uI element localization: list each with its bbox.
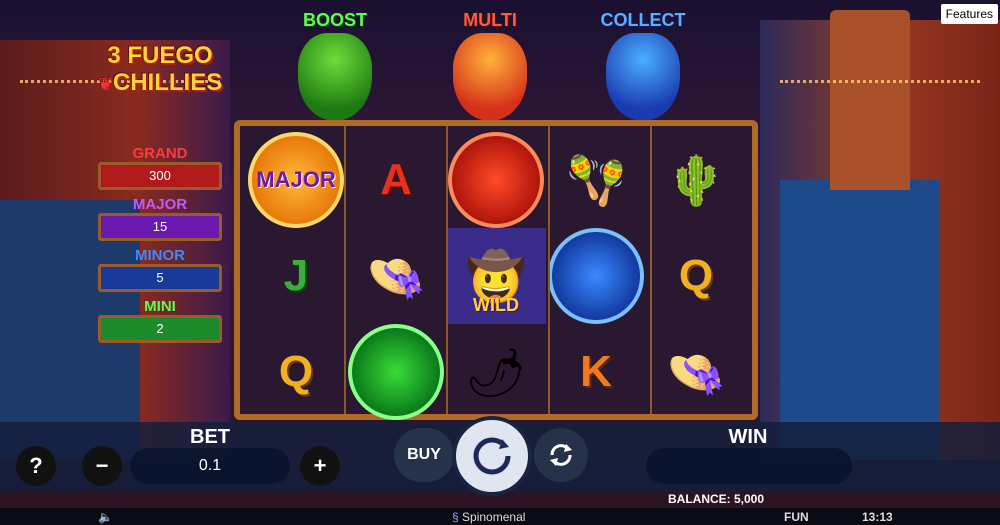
jackpot-major: MAJOR 15 [95,196,225,241]
reels-frame: MAJOR A 🪇 🌵 J 👒 🤠 WILD Q Q 🌶 K 👒 [234,120,758,420]
boost-pepper-bunch: BOOST [290,10,380,121]
background-tower [830,10,910,190]
clock-time: 13:13 [862,510,893,524]
blue-pepper-icon [606,33,680,121]
bet-decrease-button[interactable]: − [82,446,122,486]
red-pepper-icon [453,33,527,121]
collect-label: COLLECT [600,10,686,30]
reel-cell-red-coin [446,132,546,228]
win-value-box [646,448,852,484]
buy-feature-button[interactable]: BUY [394,428,454,482]
reel-cell-q: Q [246,324,346,420]
bet-label: BET [190,426,230,448]
jackpot-major-name: MAJOR [132,196,188,213]
mode-label: FUN [784,510,809,524]
boost-label: BOOST [302,10,367,30]
features-button[interactable]: Features [940,4,998,24]
balance-display: BALANCE: 5,000 [668,492,765,506]
string-lights-right [780,80,980,85]
logo-line2-wrap: ❦CHILLIES [90,69,230,98]
reel-cell-wild: 🤠 WILD [446,228,546,324]
major-coin-label: MAJOR [256,167,336,192]
gold-coin-icon: MAJOR [248,132,344,228]
jackpot-mini-name: MINI [144,298,176,315]
background-building-right-blue [780,180,940,460]
jackpot-minor: MINOR 5 [95,247,225,292]
green-coin-icon [348,324,444,420]
reel-cell-sombrero: 👒 [646,324,746,420]
spin-icon [473,437,511,475]
jackpot-grand-value: 300 [98,162,222,190]
reel-cell-k: K [546,324,646,420]
brand-logo: § Spinomenal [452,510,526,524]
hot-sauce-icon: 🌶 [465,346,527,400]
collect-pepper-bunch: COLLECT [598,10,688,121]
reel-divider [446,126,448,414]
red-coin-icon [448,132,544,228]
letter-j-symbol: J [283,251,309,300]
brand-name: Spinomenal [462,510,526,524]
multi-label: MULTI [463,10,517,30]
jackpot-minor-name: MINOR [135,247,185,264]
jackpot-major-value: 15 [98,213,222,241]
reel-cell-major-coin: MAJOR [246,132,346,228]
sombrero-icon: 👒 [366,250,426,304]
reel-cell-cactus: 🌵 [646,132,746,228]
status-footer: 🔈 § Spinomenal FUN 13:13 [0,508,1000,525]
autoplay-icon [550,444,572,466]
reel-cell-hot-sauce: 🌶 [446,324,546,420]
blue-coin-icon [548,228,644,324]
reel-cell-green-coin [346,324,446,420]
multi-pepper-bunch: MULTI [445,10,535,121]
reel-cell-blue-coin [546,228,646,324]
spin-button[interactable] [452,416,532,496]
wild-label: WILD [473,295,519,315]
jackpot-grand: GRAND 300 [95,145,225,190]
autoplay-button[interactable] [534,428,588,482]
win-label: WIN [728,426,768,448]
reel-cell-sombrero: 👒 [346,228,446,324]
reel-divider [344,126,346,414]
logo-line2: CHILLIES [112,69,223,96]
maracas-icon: 🪇 [566,154,626,208]
chilli-icon: ❦ [97,74,113,94]
reel-grid: MAJOR A 🪇 🌵 J 👒 🤠 WILD Q Q 🌶 K 👒 [246,132,746,420]
cactus-icon: 🌵 [666,154,726,208]
jackpot-panel: GRAND 300 MAJOR 15 MINOR 5 MINI 2 [95,145,225,349]
reel-cell-maracas: 🪇 [546,132,646,228]
bet-value: 0.1 [198,457,222,474]
reel-cell-a: A [346,132,446,228]
logo-line1: 3 FUEGO [107,42,213,69]
green-pepper-icon [298,33,372,121]
bet-increase-button[interactable]: + [300,446,340,486]
letter-a-symbol: A [380,155,412,204]
jackpot-mini: MINI 2 [95,298,225,343]
help-button[interactable]: ? [16,446,56,486]
jackpot-mini-value: 2 [98,315,222,343]
reel-divider [548,126,550,414]
reel-cell-j: J [246,228,346,324]
letter-q-symbol: Q [278,347,314,396]
sombrero-icon: 👒 [666,346,726,400]
jackpot-grand-name: GRAND [132,145,188,162]
reel-cell-q: Q [646,228,746,324]
game-logo: 3 FUEGO ❦CHILLIES [90,42,230,98]
jackpot-minor-value: 5 [98,264,222,292]
reel-divider [650,126,652,414]
letter-q-symbol: Q [678,251,714,300]
sound-icon[interactable]: 🔈 [98,510,113,524]
letter-k-symbol: K [580,347,612,396]
